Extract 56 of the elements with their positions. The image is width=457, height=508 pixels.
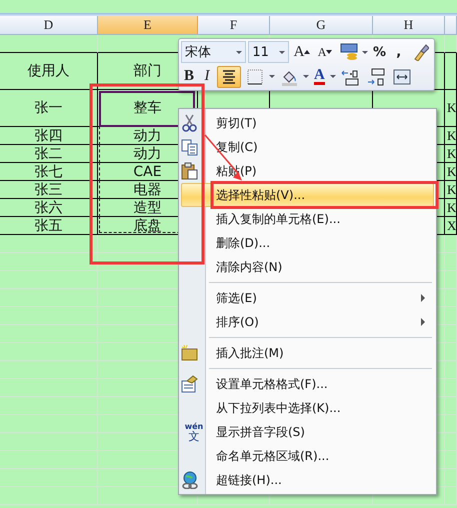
caret-icon <box>278 50 285 54</box>
note-icon <box>181 344 199 362</box>
scissors-icon <box>181 114 199 132</box>
empty-cell[interactable] <box>445 53 457 90</box>
toolbar-button[interactable]: I <box>199 66 216 88</box>
column-header[interactable]: E <box>98 16 198 34</box>
toolbar-button[interactable]: % <box>370 41 389 64</box>
table-cell: K <box>445 127 457 145</box>
menu-item[interactable]: 筛选(E) <box>181 286 434 310</box>
decrease-decimal-icon <box>366 68 385 86</box>
toolbar-button[interactable]: A <box>290 41 314 64</box>
toolbar-button[interactable]: , <box>390 41 407 64</box>
menu-item[interactable]: 清除内容(N) <box>181 255 434 279</box>
table-cell: X <box>445 217 457 235</box>
menu-item[interactable]: wén 文 显示拼音字段(S) <box>181 420 434 444</box>
caret-icon <box>236 50 242 54</box>
down-caret-icon <box>326 50 332 54</box>
toolbar-button[interactable]: A <box>315 41 336 64</box>
menu-item[interactable]: 命名单元格区域(R)... <box>181 444 434 468</box>
pinyin-icon: wén 文 <box>184 422 204 442</box>
money-icon <box>340 43 358 62</box>
column-header[interactable]: G <box>270 16 373 34</box>
toolbar-button[interactable]: A <box>311 66 328 88</box>
globe-link-icon <box>181 471 199 489</box>
menu-item[interactable]: 选择性粘贴(V)... <box>181 183 434 207</box>
increase-decimal-icon <box>340 68 359 86</box>
table-cell: 使用人 <box>0 53 98 90</box>
merge-cells-icon <box>392 68 411 86</box>
table-cell: K <box>445 199 457 217</box>
column-header[interactable]: F <box>198 16 270 34</box>
font-size-field[interactable]: 11 <box>248 41 289 64</box>
column-header[interactable]: H <box>373 16 445 34</box>
menu-item[interactable]: 排序(O) <box>181 310 434 334</box>
table-cell: 张六 <box>0 199 98 217</box>
table-cell: K <box>445 90 457 127</box>
table-cell: 张七 <box>0 163 98 181</box>
toolbar-button[interactable] <box>217 66 242 88</box>
clipboard-icon <box>181 162 199 180</box>
menu-item[interactable]: 超链接(H)... <box>181 468 434 492</box>
table-cell: 张五 <box>0 217 98 235</box>
toolbar-button[interactable]: B <box>181 66 198 88</box>
table-cell: K <box>445 145 457 163</box>
copy-icon <box>181 138 199 156</box>
up-caret-icon <box>304 50 310 54</box>
menu-item[interactable]: 设置单元格格式(F)... <box>181 372 434 396</box>
table-cell: 张一 <box>0 90 98 127</box>
table-cell: 张四 <box>0 127 98 145</box>
menu-item[interactable]: 插入批注(M) <box>181 341 434 365</box>
borders-icon <box>246 68 264 86</box>
table-cell: K <box>445 163 457 181</box>
font-field[interactable]: 宋体 <box>181 41 246 64</box>
format-cells-icon <box>181 375 199 393</box>
menu-item[interactable]: 从下拉列表中选择(K)... <box>181 396 434 420</box>
table-cell: 张二 <box>0 145 98 163</box>
table-cell: K <box>445 181 457 199</box>
table-cell: 张三 <box>0 181 98 199</box>
